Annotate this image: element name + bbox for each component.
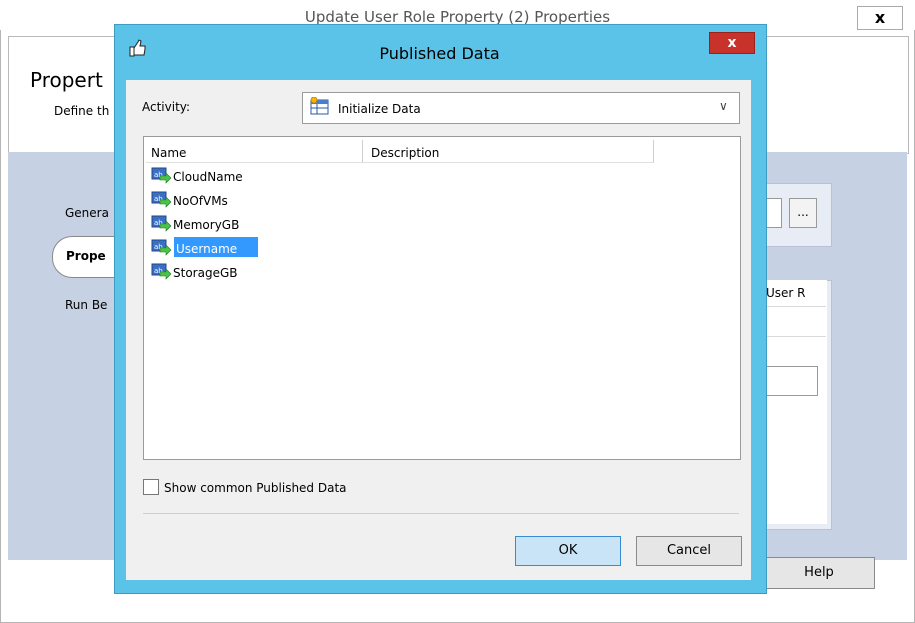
list-item-selected[interactable]: ab Username — [148, 238, 348, 258]
browse-button[interactable]: ... — [789, 198, 817, 228]
dialog-title: Published Data — [379, 44, 500, 63]
column-header-description-label: Description — [371, 146, 440, 160]
list-item[interactable]: ab MemoryGB — [148, 214, 348, 234]
chevron-down-icon[interactable]: ∨ — [719, 99, 728, 113]
table-row-divider — [760, 336, 826, 337]
list-item[interactable]: ab StorageGB — [148, 262, 348, 282]
background-table-cell-input[interactable] — [760, 366, 818, 396]
background-table-header: User R — [766, 286, 806, 300]
published-data-icon: ab — [151, 191, 172, 209]
list-item[interactable]: ab CloudName — [148, 166, 348, 186]
column-header-name-label: Name — [151, 146, 187, 160]
published-data-icon: ab — [151, 239, 172, 257]
list-item-label: MemoryGB — [173, 218, 240, 232]
published-data-icon: ab — [151, 167, 172, 185]
list-item-label: StorageGB — [173, 266, 238, 280]
list-item-label: CloudName — [173, 170, 243, 184]
activity-table-icon — [310, 96, 330, 115]
cancel-button[interactable]: Cancel — [636, 536, 742, 566]
background-table — [760, 280, 827, 524]
nav-item-general[interactable]: Genera — [65, 206, 109, 220]
list-item[interactable]: ab NoOfVMs — [148, 190, 348, 210]
published-data-icon: ab — [151, 215, 172, 233]
published-data-icon: ab — [151, 263, 172, 281]
activity-selected-value: Initialize Data — [338, 102, 421, 116]
show-common-checkbox[interactable] — [143, 479, 159, 495]
background-close-button[interactable]: x — [857, 6, 903, 30]
list-item-label: Username — [176, 242, 238, 256]
ok-button[interactable]: OK — [515, 536, 621, 566]
show-common-label[interactable]: Show common Published Data — [164, 481, 347, 495]
list-item-label: NoOfVMs — [173, 194, 228, 208]
background-header-title: Propert — [30, 68, 103, 92]
nav-item-properties-label: Prope — [66, 249, 106, 263]
dialog-close-button[interactable]: x — [709, 32, 755, 54]
nav-item-run-behavior[interactable]: Run Be — [65, 298, 107, 312]
help-button[interactable]: Help — [763, 557, 875, 589]
background-header-subtitle: Define th — [54, 104, 110, 118]
activity-label: Activity: — [142, 100, 191, 114]
divider — [143, 513, 739, 514]
table-row-divider — [760, 306, 826, 307]
